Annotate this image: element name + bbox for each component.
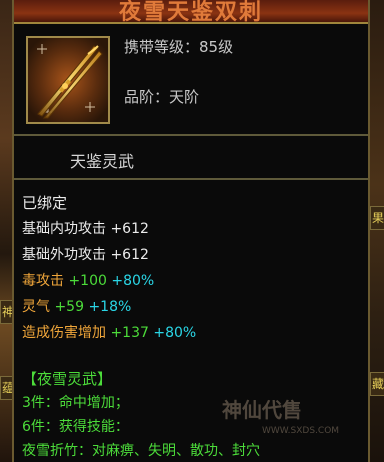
grade-row: 品阶：天阶: [124, 86, 199, 107]
stat-bonus: +80%: [111, 273, 155, 289]
side-tab-label: 果: [371, 211, 384, 225]
set-bonus-line: 3件：命中增加；: [22, 395, 129, 411]
stat-row: 灵气 +59 +18%: [22, 296, 131, 316]
stat-value: +59: [54, 299, 84, 315]
item-icon-frame[interactable]: [26, 36, 110, 124]
watermark-url: WWW.SXDS.COM: [262, 426, 340, 436]
stat-label: 灵气: [22, 299, 50, 315]
set-bonus-line: 夜雪折竹：对麻痹、失明、散功、封穴: [22, 443, 260, 459]
stat-bonus: +80%: [153, 325, 197, 341]
grade-label: 品阶：: [124, 88, 170, 106]
stat-label: 基础外功攻击: [22, 247, 106, 263]
bound-status: 已绑定: [22, 194, 68, 212]
section-divider: [14, 178, 368, 180]
tooltip-title-bar: 夜雪天鉴双刺: [14, 0, 368, 25]
side-tab-right-lower[interactable]: 藏: [370, 372, 384, 396]
stat-bonus: +18%: [88, 299, 132, 315]
carry-level-row: 携带等级：85级: [124, 36, 233, 57]
carry-level-value: 85级: [199, 38, 234, 56]
set-bonus-line: 6件：获得技能：: [22, 419, 129, 435]
stat-label: 造成伤害增加: [22, 325, 106, 341]
stat-value: +612: [110, 247, 149, 263]
grade-value: 天阶: [169, 88, 200, 106]
set-name: 【夜雪灵武】: [22, 370, 113, 388]
item-tooltip-panel: 夜雪天鉴双刺 携带等级：85级 品阶：天阶 天鉴灵武 已绑定 基础内功攻击 +6…: [12, 0, 370, 462]
stat-row: 造成伤害增加 +137 +80%: [22, 322, 196, 342]
stat-label: 毒攻击: [22, 273, 64, 289]
stat-value: +100: [68, 273, 107, 289]
item-title: 夜雪天鉴双刺: [118, 0, 263, 25]
side-tab-right-top[interactable]: 果: [370, 206, 384, 230]
stat-value: +137: [110, 325, 149, 341]
section-divider: [14, 134, 368, 136]
stat-label: 基础内功攻击: [22, 221, 106, 237]
stat-row: 基础内功攻击 +612: [22, 218, 149, 238]
stat-row: 基础外功攻击 +612: [22, 244, 149, 264]
stat-value: +612: [110, 221, 149, 237]
watermark-logo: 神仙代售: [222, 398, 302, 422]
side-tab-label: 藏: [371, 377, 384, 391]
crossed-golden-daggers-icon: [28, 38, 108, 122]
carry-level-label: 携带等级：: [124, 38, 200, 56]
stat-row: 毒攻击 +100 +80%: [22, 270, 154, 290]
item-category: 天鉴灵武: [70, 152, 135, 171]
